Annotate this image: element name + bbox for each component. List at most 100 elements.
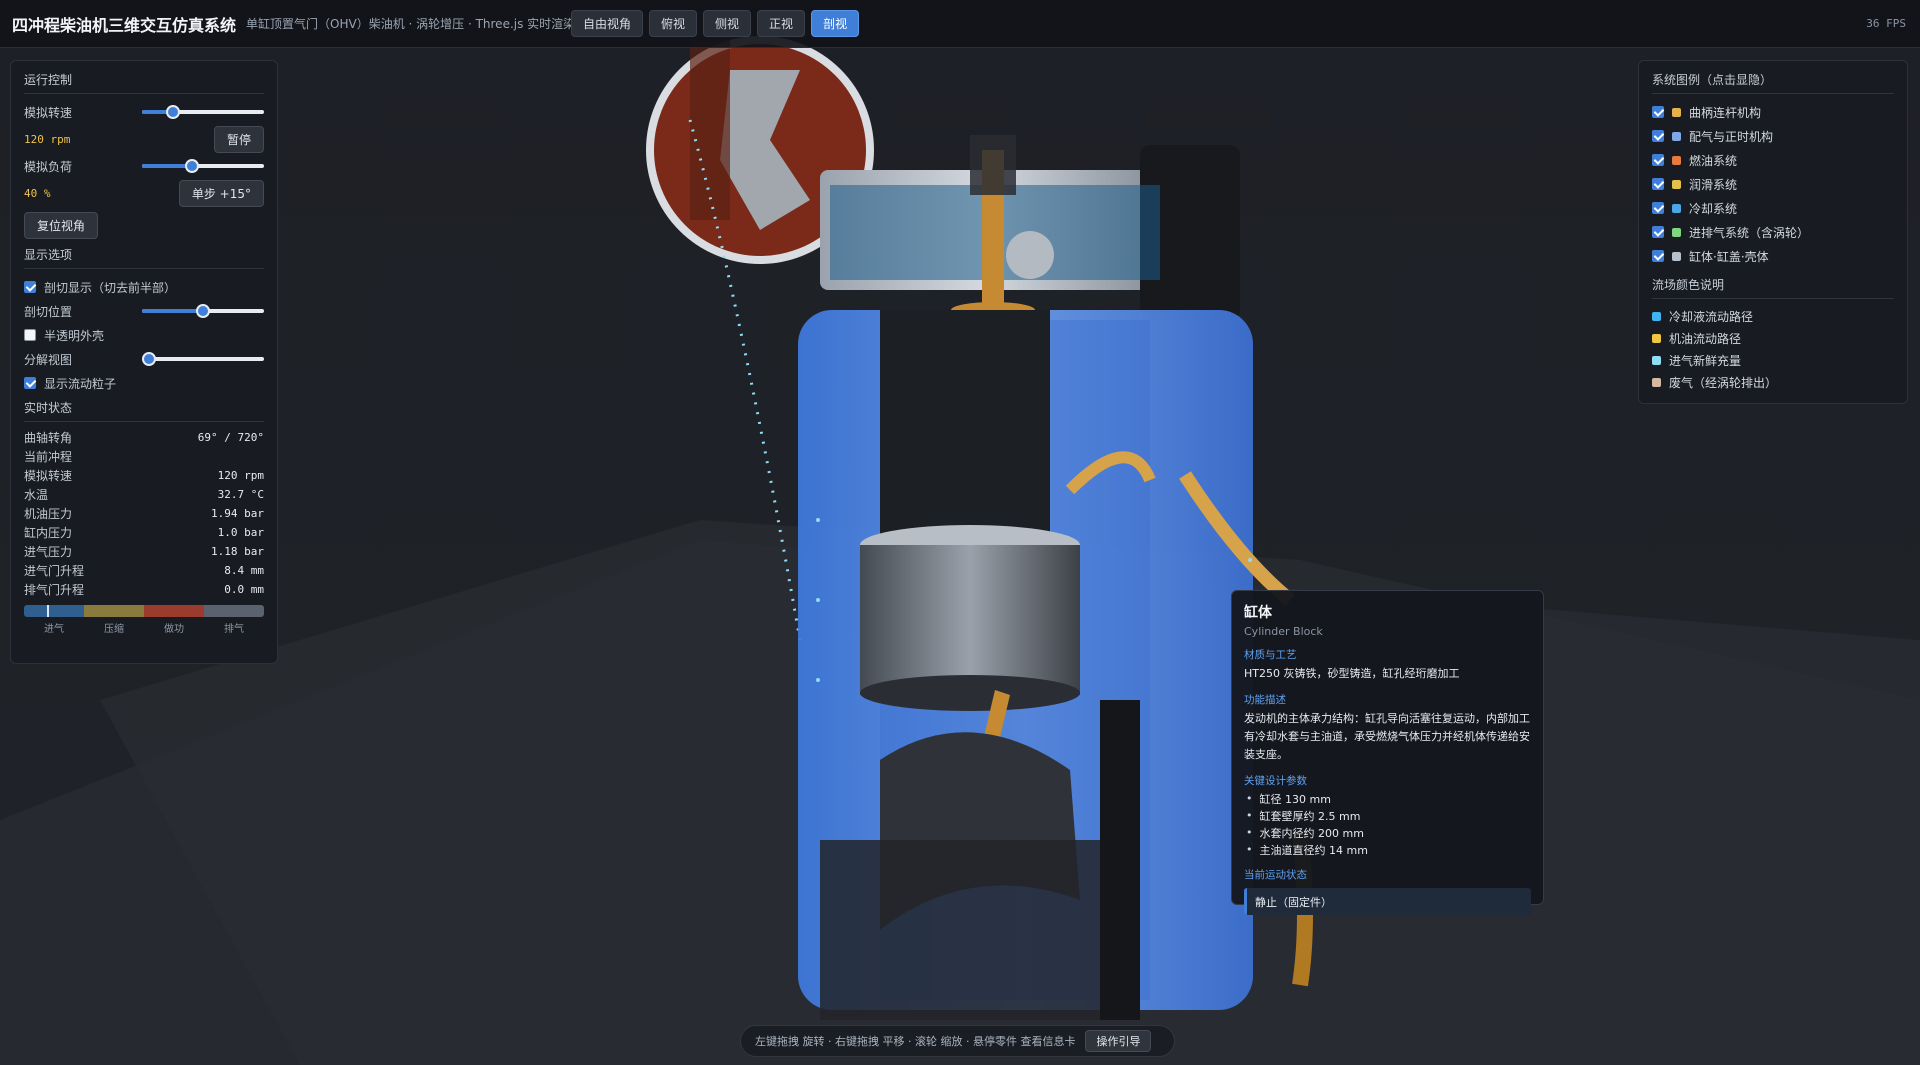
legend-checkbox[interactable] [1652,178,1664,190]
top-bar: 四冲程柴油机三维交互仿真系统 单缸顶置气门（OHV）柴油机 · 涡轮增压 · T… [0,0,1920,48]
function-heading: 功能描述 [1244,694,1286,706]
legend-label: 配气与正时机构 [1689,129,1774,144]
legend-checkbox[interactable] [1652,106,1664,118]
view-mode-buttons: 自由视角 俯视 侧视 正视 剖视 [571,10,860,37]
legend-item[interactable]: 缸体·缸盖·壳体 [1652,244,1894,268]
status-key: 机油压力 [24,507,73,521]
flow-legend-label: 进气新鲜充量 [1669,353,1742,368]
cutaway-checkbox[interactable] [24,281,36,293]
status-row: 机油压力 1.94 bar [24,504,264,523]
status-row: 排气门升程 0.0 mm [24,580,264,599]
stroke-label: 做功 [164,624,184,635]
status-row: 水温 32.7 °C [24,485,264,504]
status-row: 进气门升程 8.4 mm [24,561,264,580]
cut-position-label: 剖切位置 [24,304,73,319]
legend-label: 冷却系统 [1689,201,1738,216]
translucent-checkbox[interactable] [24,329,36,341]
legend-label: 缸体·缸盖·壳体 [1689,249,1769,264]
guide-button[interactable]: 操作引导 [1085,1030,1152,1052]
cutaway-label: 剖切显示（切去前半部） [44,280,177,295]
status-key: 当前冲程 [24,450,73,464]
status-value: 1.18 bar [211,545,264,558]
stroke-label: 压缩 [104,624,124,635]
status-value: 8.4 mm [224,564,264,577]
material-text: HT250 灰铸铁，砂型铸造，缸孔经珩磨加工 [1244,667,1460,680]
run-control-title: 运行控制 [24,71,264,94]
legend-checkbox[interactable] [1652,154,1664,166]
flow-legend-item: 废气（经涡轮排出） [1652,371,1894,393]
flow-legend-item: 冷却液流动路径 [1652,305,1894,327]
status-row: 模拟转速 120 rpm [24,466,264,485]
speed-slider[interactable] [142,105,264,119]
particles-option[interactable]: 显示流动粒子 [24,371,264,395]
translucent-option[interactable]: 半透明外壳 [24,323,264,347]
status-key: 排气门升程 [24,583,85,597]
legend-item[interactable]: 曲柄连杆机构 [1652,100,1894,124]
view-front-button[interactable]: 正视 [757,10,806,37]
legend-color-swatch [1672,251,1681,261]
display-options-title: 显示选项 [24,246,264,269]
param-item: 缸径 130 mm [1244,790,1531,807]
controls-hint-bar: 左键拖拽 旋转 · 右键拖拽 平移 · 滚轮 缩放 · 悬停零件 查看信息卡 操… [740,1025,1175,1057]
app-subtitle: 单缸顶置气门（OHV）柴油机 · 涡轮增压 · Three.js 实时渲染 [246,17,576,31]
particles-label: 显示流动粒子 [44,376,117,391]
legend-item[interactable]: 燃油系统 [1652,148,1894,172]
flow-legend-title: 流场颜色说明 [1652,276,1894,299]
part-title: 缸体 [1244,605,1272,621]
engine-3d-viewport[interactable] [0,0,1920,1065]
load-slider[interactable] [142,159,264,173]
legend-item[interactable]: 配气与正时机构 [1652,124,1894,148]
explode-slider[interactable] [142,352,264,366]
status-value: 69° / 720° [197,431,264,444]
legend-checkbox[interactable] [1652,250,1664,262]
legend-item[interactable]: 进排气系统（含涡轮） [1652,220,1894,244]
legend-item[interactable]: 润滑系统 [1652,172,1894,196]
legend-checkbox[interactable] [1652,202,1664,214]
stroke-labels: 进气 压缩 做功 排气 [24,620,264,635]
status-row: 进气压力 1.18 bar [24,542,264,561]
flow-legend-label: 机油流动路径 [1669,331,1742,346]
cut-position-thumb[interactable] [196,304,210,318]
status-row: 缸内压力 1.0 bar [24,523,264,542]
reset-view-button[interactable]: 复位视角 [24,211,99,239]
load-slider-thumb[interactable] [185,159,200,173]
stroke-segment-power [144,605,204,617]
part-info-card: 缸体 Cylinder Block 材质与工艺 HT250 灰铸铁，砂型铸造，缸… [1231,590,1544,915]
params-list: 缸径 130 mm 缸套壁厚约 2.5 mm 水套内径约 200 mm 主油道直… [1244,790,1531,858]
status-key: 曲轴转角 [24,431,73,445]
view-free-button[interactable]: 自由视角 [571,10,644,37]
legend-title: 系统图例（点击显隐） [1652,71,1894,94]
status-row: 曲轴转角 69° / 720° [24,428,264,447]
status-list: 曲轴转角 69° / 720° 当前冲程 模拟转速 120 rpm 水温 32.7 °… [24,428,264,599]
legend-panel: 系统图例（点击显隐） 曲柄连杆机构配气与正时机构 燃油系统润滑系统冷却系统进排气系… [1638,60,1908,404]
material-heading: 材质与工艺 [1244,649,1297,661]
legend-item[interactable]: 冷却系统 [1652,196,1894,220]
legend-label: 燃油系统 [1689,153,1738,168]
step-button[interactable]: 单步 +15° [178,179,264,207]
pause-button[interactable]: 暂停 [213,125,264,153]
param-item: 主油道直径约 14 mm [1244,841,1531,858]
cycle-position-marker [47,605,50,617]
app-title: 四冲程柴油机三维交互仿真系统 [12,15,237,35]
legend-color-swatch [1672,155,1681,165]
controls-hint-text: 左键拖拽 旋转 · 右键拖拽 平移 · 滚轮 缩放 · 悬停零件 查看信息卡 [755,1035,1076,1048]
cut-position-slider[interactable] [142,304,264,318]
translucent-label: 半透明外壳 [44,328,105,343]
legend-checkbox[interactable] [1652,130,1664,142]
param-item: 水套内径约 200 mm [1244,824,1531,841]
flow-legend-label: 废气（经涡轮排出） [1669,375,1778,390]
cutaway-option[interactable]: 剖切显示（切去前半部） [24,275,264,299]
legend-checkbox[interactable] [1652,226,1664,238]
explode-slider-thumb[interactable] [142,352,156,366]
view-top-button[interactable]: 俯视 [649,10,698,37]
flow-color-swatch [1652,311,1661,321]
function-text: 发动机的主体承力结构：缸孔导向活塞往复运动，内部加工有冷却水套与主油道，承受燃烧… [1244,712,1530,761]
speed-slider-thumb[interactable] [165,105,180,119]
flow-legend-label: 冷却液流动路径 [1669,309,1754,324]
view-side-button[interactable]: 侧视 [703,10,752,37]
stroke-segment-compression [84,605,144,617]
legend-label: 进排气系统（含涡轮） [1689,225,1810,240]
particles-checkbox[interactable] [24,377,36,389]
view-cutaway-button[interactable]: 剖视 [811,10,860,37]
stroke-segment-intake [24,605,84,617]
